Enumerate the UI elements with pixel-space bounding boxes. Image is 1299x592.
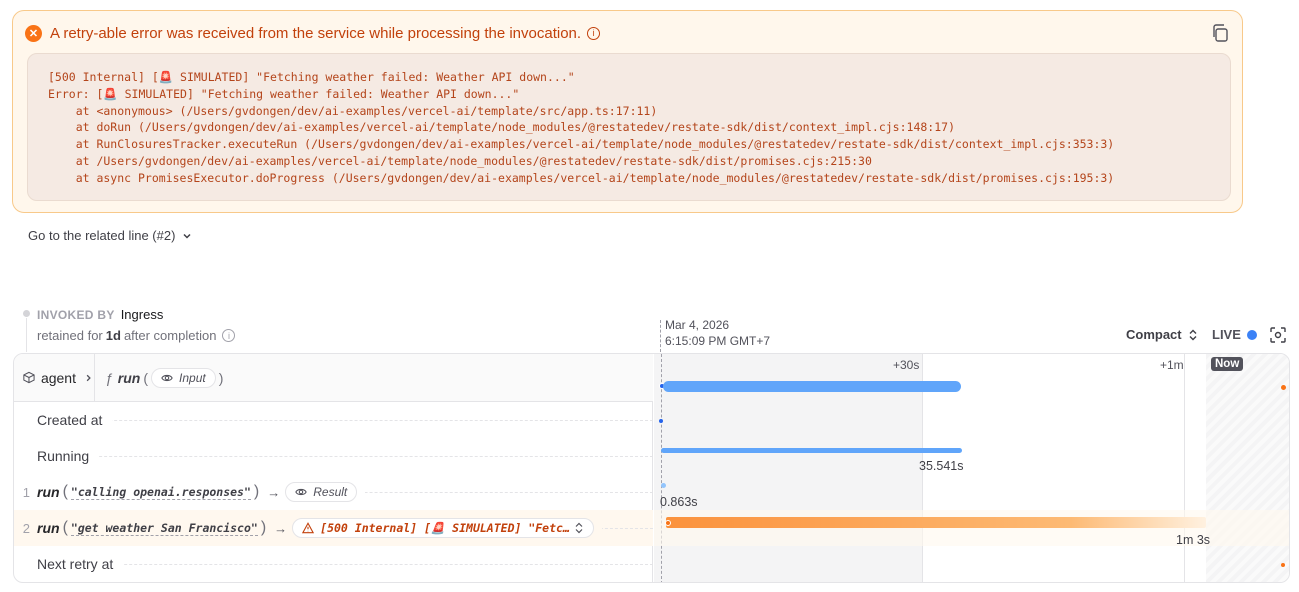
- journal-entry-row[interactable]: 2 run ( "get weather San Francisco" ) → …: [14, 510, 653, 546]
- timeline-area: +30s +1m Now 35.541s 0.863s 1m 3s: [654, 354, 1289, 582]
- arrow-right-icon: →: [267, 484, 281, 500]
- chevron-updown-icon: [1189, 329, 1197, 340]
- paren-close: ): [260, 519, 267, 536]
- next-retry-label: Next retry at: [14, 556, 124, 572]
- running-bar[interactable]: [661, 448, 962, 453]
- stack-line: Error: [🚨 SIMULATED] "Fetching weather f…: [48, 86, 520, 101]
- entry-arg: "calling openai.responses": [70, 484, 251, 500]
- running-row: Running: [14, 438, 653, 474]
- tick-1m: +1m: [1160, 358, 1184, 372]
- eye-icon: [161, 374, 173, 381]
- paren-close: ): [218, 369, 224, 386]
- stack-line: [500 Internal] [🚨 SIMULATED] "Fetching w…: [48, 70, 575, 84]
- step1-dot: [661, 483, 666, 488]
- start-date: Mar 4, 2026: [665, 318, 730, 332]
- timeline-origin-line: [26, 318, 27, 352]
- tick-30s: +30s: [893, 358, 920, 372]
- live-toggle[interactable]: LIVE: [1212, 327, 1257, 342]
- result-button[interactable]: Result: [285, 482, 358, 502]
- error-header: ✕ A retry-able error was received from t…: [25, 24, 601, 42]
- error-result-label: [500 Internal] [🚨 SIMULATED] "Fetc…: [320, 521, 570, 535]
- stack-line: at async PromisesExecutor.doProgress (/U…: [48, 170, 1115, 185]
- entry-arg: "get weather San Francisco": [70, 520, 258, 536]
- entry-name: run: [37, 484, 60, 500]
- warning-icon: [302, 522, 315, 534]
- journal-entry: 1 run ( "calling openai.responses" ) → R…: [14, 482, 366, 502]
- copy-icon[interactable]: [1210, 23, 1230, 43]
- paren-close: ): [253, 483, 260, 500]
- invoked-by: INVOKED BY Ingress: [37, 307, 163, 322]
- input-button[interactable]: Input: [151, 367, 216, 388]
- error-panel: ✕ A retry-able error was received from t…: [12, 10, 1243, 213]
- paren-open: (: [62, 483, 68, 500]
- goto-label: Go to the related line (#2): [28, 228, 176, 243]
- view-mode-select[interactable]: Compact: [1126, 327, 1200, 342]
- timeline-origin-dot: [23, 310, 30, 317]
- live-label: LIVE: [1212, 327, 1241, 342]
- step2-retry-bar[interactable]: [666, 517, 1206, 528]
- error-title: A retry-able error was received from the…: [50, 24, 582, 42]
- retention-info: retained for 1d after completion i: [37, 328, 236, 343]
- chevron-down-icon: [183, 233, 191, 239]
- entry-number: 1: [22, 484, 30, 500]
- created-at-dot: [659, 419, 663, 423]
- start-time: 6:15:09 PM GMT+7: [665, 334, 771, 348]
- info-icon[interactable]: i: [222, 329, 236, 342]
- handler-name: run: [117, 369, 141, 386]
- entry-name: run: [37, 520, 60, 536]
- arrow-right-icon: →: [274, 520, 288, 536]
- invoked-by-value: Ingress: [120, 307, 164, 322]
- invoked-by-label: INVOKED BY: [37, 308, 115, 322]
- service-link[interactable]: agent: [14, 354, 95, 402]
- invocation-timeline-table: +30s +1m Now 35.541s 0.863s 1m 3s agent: [13, 353, 1290, 583]
- chevron-right-icon: [86, 374, 91, 381]
- handler-signature: ƒ run ( Input ): [95, 367, 226, 388]
- error-result-button[interactable]: [500 Internal] [🚨 SIMULATED] "Fetc…: [292, 518, 594, 538]
- input-label: Input: [179, 370, 206, 385]
- service-name: agent: [40, 369, 76, 386]
- result-label: Result: [313, 485, 348, 499]
- stack-line: at RunClosuresTracker.executeRun (/Users…: [48, 137, 1115, 152]
- retained-suffix: after completion: [123, 328, 217, 343]
- running-duration: 35.541s: [919, 459, 964, 473]
- error-close-circle-icon: ✕: [25, 24, 42, 42]
- view-mode-label: Compact: [1126, 327, 1182, 342]
- running-label: Running: [14, 448, 100, 464]
- function-icon: ƒ: [105, 369, 113, 386]
- invocation-bar[interactable]: [663, 381, 961, 392]
- stack-line: at <anonymous> (/Users/gvdongen/dev/ai-e…: [48, 103, 658, 118]
- info-icon[interactable]: i: [587, 26, 601, 40]
- live-indicator-dot: [1246, 329, 1257, 340]
- retry-marker-dot: [1281, 385, 1286, 390]
- cube-icon: [23, 371, 35, 384]
- step1-duration: 0.863s: [660, 495, 698, 509]
- step2-duration: 1m 3s: [1176, 533, 1211, 547]
- paren-open: (: [62, 519, 68, 536]
- row-guide: [14, 456, 653, 457]
- next-retry-dot: [1281, 563, 1285, 567]
- grid-line: [1184, 354, 1185, 582]
- created-at-label: Created at: [14, 412, 113, 428]
- error-stack-trace: [500 Internal] [🚨 SIMULATED] "Fetching w…: [27, 53, 1231, 201]
- journal-entry: 2 run ( "get weather San Francisco" ) → …: [14, 518, 602, 538]
- start-tick-line: [660, 320, 661, 352]
- journal-entry-row[interactable]: 1 run ( "calling openai.responses" ) → R…: [14, 474, 653, 510]
- timeline-labels: agent ƒ run ( Input ) Created at Running: [14, 354, 653, 582]
- next-retry-row: Next retry at: [14, 546, 653, 582]
- future-hatch: [1206, 354, 1289, 582]
- stack-line: at doRun (/Users/gvdongen/dev/ai-example…: [48, 120, 955, 135]
- stack-line: at /Users/gvdongen/dev/ai-examples/verce…: [48, 153, 872, 168]
- chevron-updown-icon: [575, 522, 583, 534]
- goto-related-line-button[interactable]: Go to the related line (#2): [28, 228, 193, 243]
- eye-icon: [295, 488, 307, 496]
- step2-start-dot: [665, 520, 671, 526]
- retained-value: 1d: [105, 328, 121, 343]
- entry-number: 2: [22, 520, 30, 536]
- focus-scan-icon[interactable]: [1270, 327, 1286, 343]
- created-at-row: Created at: [14, 402, 653, 438]
- paren-open: (: [143, 369, 149, 386]
- retained-prefix: retained for: [37, 328, 103, 343]
- invocation-row: agent ƒ run ( Input ): [14, 354, 653, 402]
- now-badge: Now: [1211, 357, 1244, 371]
